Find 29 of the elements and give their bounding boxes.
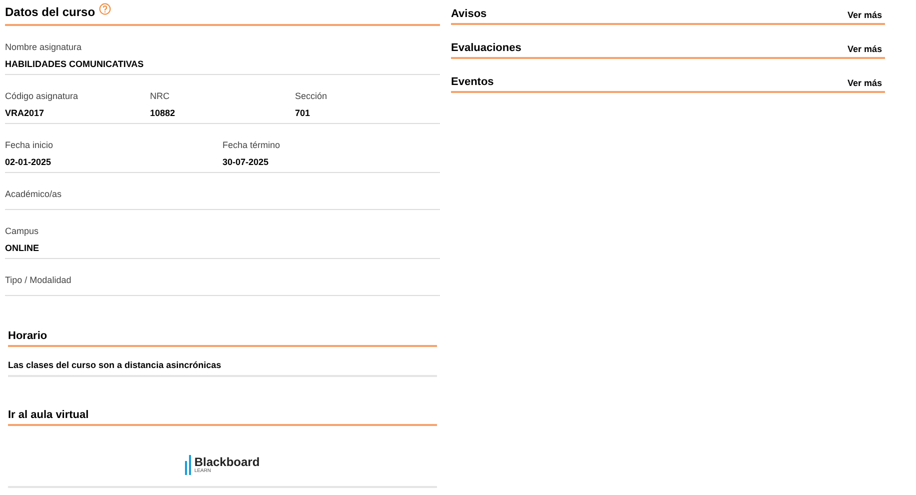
field-label: Sección	[295, 92, 328, 101]
panel-title: Eventos	[451, 77, 494, 88]
field-value: HABILIDADES COMUNICATIVAS	[5, 60, 145, 69]
field-label: Fecha término	[222, 141, 282, 150]
section-title: Ir al aula virtual	[8, 410, 89, 421]
field-label: Nombre asignatura	[5, 43, 83, 52]
field-label: Código asignatura	[5, 92, 80, 101]
field-label: Campus	[5, 227, 40, 236]
field-value: 02-01-2025	[5, 158, 52, 167]
section-title: Horario	[8, 331, 48, 342]
field-value: 30-07-2025	[222, 158, 270, 167]
field-value: 701	[295, 109, 312, 118]
field-label: Tipo / Modalidad	[5, 276, 72, 285]
see-more-link[interactable]: Ver más	[847, 79, 885, 88]
field-label: Fecha inicio	[5, 141, 54, 150]
logo-text: Blackboard	[194, 456, 260, 468]
see-more-link[interactable]: Ver más	[847, 45, 885, 54]
section-title: Datos del curso	[5, 6, 96, 18]
see-more-link[interactable]: Ver más	[847, 11, 885, 20]
schedule-text: Las clases del curso son a distancia asincrónicas	[8, 361, 222, 370]
panel-title: Avisos	[451, 9, 487, 20]
field-value: 10882	[150, 109, 176, 118]
bars-icon	[185, 455, 192, 475]
help-icon[interactable]	[99, 3, 112, 15]
field-label: Académico/as	[5, 190, 63, 199]
field-label: NRC	[150, 92, 170, 101]
panel-title: Evaluaciones	[451, 43, 522, 54]
field-value: VRA2017	[5, 109, 46, 118]
field-value: ONLINE	[5, 244, 40, 253]
